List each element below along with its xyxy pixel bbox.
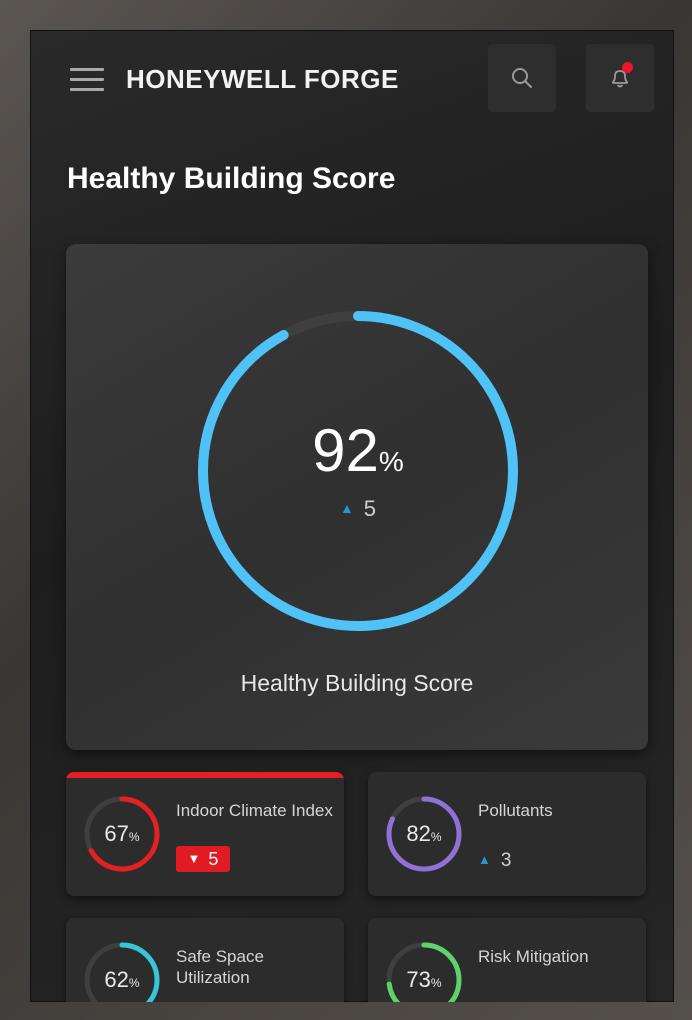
search-icon bbox=[512, 68, 532, 88]
triangle-down-icon: ▼ bbox=[187, 851, 201, 866]
triangle-up-icon: ▲ bbox=[478, 852, 491, 867]
risk-mitigation-unit: % bbox=[430, 976, 442, 990]
metric-card-pollutants[interactable]: 82% Pollutants ▲ 3 bbox=[368, 772, 646, 896]
indoor-climate-delta: 5 bbox=[208, 849, 219, 869]
safe-space-value: 62% bbox=[82, 940, 162, 1002]
hamburger-menu-icon[interactable] bbox=[70, 68, 104, 92]
metric-card-safe-space[interactable]: 62% Safe Space Utilization bbox=[66, 918, 344, 1002]
score-delta-value: 5 bbox=[363, 496, 377, 521]
pollutants-unit: % bbox=[430, 830, 442, 844]
score-unit: % bbox=[378, 446, 404, 477]
notifications-button[interactable] bbox=[586, 44, 654, 112]
risk-mitigation-title: Risk Mitigation bbox=[478, 947, 589, 966]
risk-mitigation-number: 73 bbox=[406, 967, 431, 992]
indoor-climate-unit: % bbox=[128, 830, 140, 844]
search-button[interactable] bbox=[488, 44, 556, 112]
risk-mitigation-value: 73% bbox=[384, 940, 464, 1002]
safe-space-number: 62 bbox=[104, 967, 129, 992]
pollutants-delta: ▲ 3 bbox=[478, 850, 511, 872]
indoor-climate-title: Indoor Climate Index bbox=[176, 801, 333, 820]
metric-card-risk-mitigation[interactable]: 73% Risk Mitigation bbox=[368, 918, 646, 1002]
score-value: 92% bbox=[196, 416, 520, 485]
score-label: Healthy Building Score bbox=[240, 670, 474, 696]
pollutants-delta-value: 3 bbox=[500, 850, 512, 871]
safe-space-unit: % bbox=[128, 976, 140, 990]
notification-badge-dot bbox=[622, 62, 633, 73]
pollutants-number: 82 bbox=[406, 821, 431, 846]
pollutants-title: Pollutants bbox=[478, 801, 553, 820]
alert-accent-bar bbox=[66, 772, 344, 778]
triangle-up-icon: ▲ bbox=[339, 500, 354, 516]
app-screen: HONEYWELL FORGE Healthy Building Score 9… bbox=[30, 30, 674, 1002]
indoor-climate-delta-badge: ▼ 5 bbox=[176, 846, 230, 872]
score-number: 92 bbox=[312, 417, 379, 484]
safe-space-title: Safe Space Utilization bbox=[176, 947, 264, 987]
score-delta: ▲ 5 bbox=[196, 496, 520, 522]
metric-card-indoor-climate[interactable]: 67% Indoor Climate Index ▼ 5 bbox=[66, 772, 344, 896]
indoor-climate-number: 67 bbox=[104, 821, 129, 846]
page-title: Healthy Building Score bbox=[67, 162, 396, 195]
brand-logo-text: HONEYWELL FORGE bbox=[126, 64, 399, 94]
healthy-building-score-card[interactable]: 92% ▲ 5 Healthy Building Score bbox=[66, 244, 648, 750]
pollutants-value: 82% bbox=[384, 794, 464, 874]
indoor-climate-value: 67% bbox=[82, 794, 162, 874]
